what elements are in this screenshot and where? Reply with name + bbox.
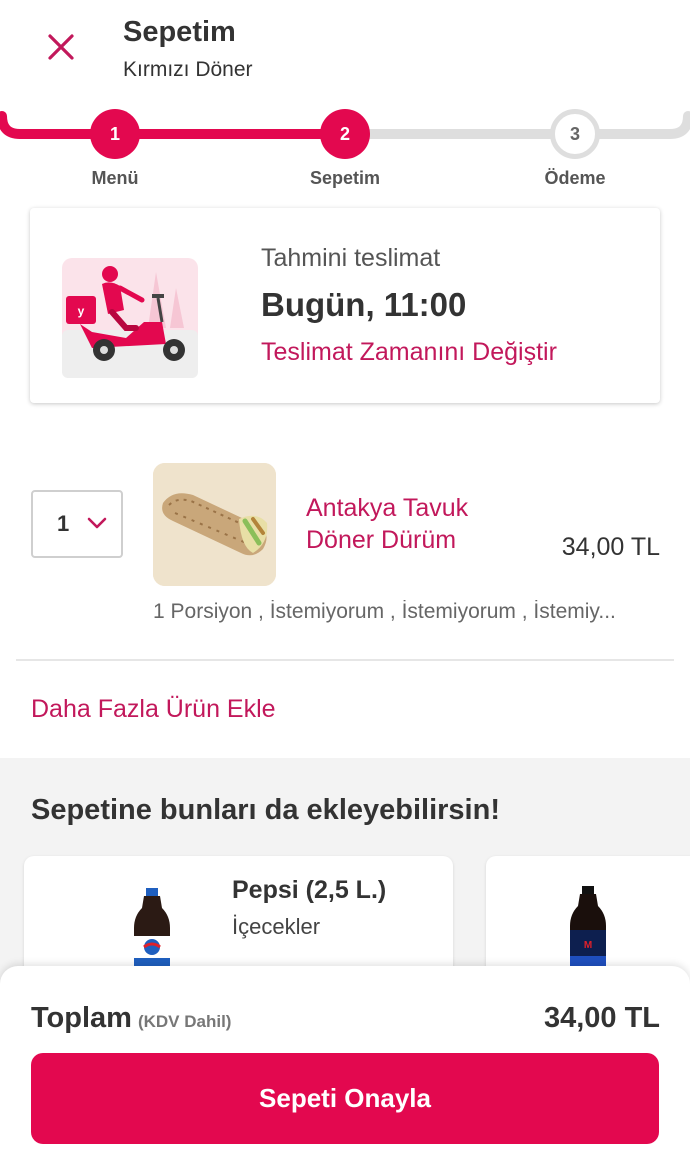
page-title: Sepetim — [123, 16, 236, 48]
svg-text:y: y — [78, 304, 85, 318]
wrap-image — [153, 463, 276, 586]
total-value: 34,00 TL — [543, 1002, 660, 1034]
product-options: 1 Porsiyon , İstemiyorum , İstemiyorum ,… — [153, 600, 616, 623]
total-label-text: Toplam — [31, 1002, 132, 1034]
courier-scooter-illustration: y — [62, 258, 198, 378]
delivery-card: y Tahmini teslimat Bugün, 11:00 Teslimat… — [30, 208, 660, 403]
product-name[interactable]: Antakya Tavuk Döner Dürüm — [306, 492, 526, 556]
vat-note: (KDV Dahil) — [137, 1012, 232, 1031]
step-2-label: Sepetim — [309, 168, 381, 188]
order-summary-sheet: Toplam (KDV Dahil) 34,00 TL Sepeti Onayla — [0, 966, 690, 1176]
divider — [16, 659, 674, 661]
suggestions-title: Sepetine bunları da ekleyebilirsin! — [31, 794, 500, 826]
step-1-label: Menü — [91, 168, 139, 188]
chevron-down-icon — [87, 517, 107, 529]
step-1-circle[interactable]: 1 — [90, 109, 140, 159]
step-3-label: Ödeme — [544, 168, 606, 188]
restaurant-name: Kırmızı Döner — [123, 58, 253, 81]
suggestion-name: Pepsi (2,5 L.) — [232, 876, 387, 904]
quantity-value: 1 — [57, 511, 70, 536]
total-label: Toplam (KDV Dahil) — [31, 1002, 231, 1035]
step-2-circle[interactable]: 2 — [320, 109, 370, 159]
svg-text:M: M — [584, 940, 592, 951]
quantity-select[interactable]: 1 — [31, 490, 123, 558]
step-3-circle: 3 — [550, 109, 600, 159]
product-price: 34,00 TL — [561, 533, 660, 561]
confirm-cart-button[interactable]: Sepeti Onayla — [31, 1053, 659, 1144]
suggestion-category: İçecekler — [232, 914, 321, 939]
checkout-stepper: 1 2 3 Menü Sepetim Ödeme — [0, 88, 690, 198]
delivery-time: Bugün, 11:00 — [261, 286, 467, 323]
close-button[interactable] — [36, 22, 86, 72]
delivery-label: Tahmini teslimat — [261, 244, 441, 272]
add-more-products-link[interactable]: Daha Fazla Ürün Ekle — [31, 695, 276, 724]
close-icon — [48, 34, 74, 60]
change-delivery-time-link[interactable]: Teslimat Zamanını Değiştir — [261, 338, 557, 367]
